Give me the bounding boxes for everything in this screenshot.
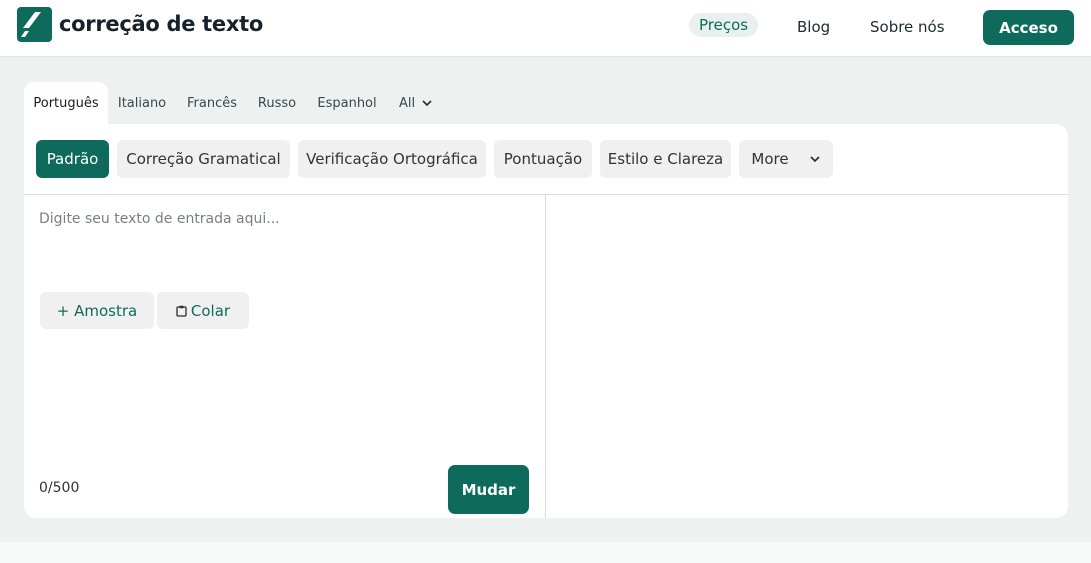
editor-card: Padrão Correção Gramatical Verificação O… xyxy=(24,124,1068,518)
clipboard-icon xyxy=(176,305,187,317)
tab-portuguese[interactable]: Português xyxy=(24,82,108,124)
input-textarea[interactable] xyxy=(24,195,545,275)
char-count: 0/500 xyxy=(39,480,80,496)
mode-more-label: More xyxy=(751,150,789,168)
login-button[interactable]: Acceso xyxy=(983,10,1074,45)
tab-french[interactable]: Francês xyxy=(184,82,240,124)
tab-spanish[interactable]: Espanhol xyxy=(316,82,378,124)
nav-link-about[interactable]: Sobre nós xyxy=(870,18,945,36)
tab-italian[interactable]: Italiano xyxy=(114,82,170,124)
top-header: correção de texto Preços Blog Sobre nós … xyxy=(0,0,1091,57)
logo-icon xyxy=(17,7,52,42)
nav-about[interactable]: Sobre nós xyxy=(870,18,945,36)
logo-text: correção de texto xyxy=(59,12,263,36)
nav-blog[interactable]: Blog xyxy=(797,18,830,36)
tab-all-label: All xyxy=(398,95,416,111)
mode-standard[interactable]: Padrão xyxy=(36,140,109,178)
mode-spelling[interactable]: Verificação Ortográfica xyxy=(298,140,486,178)
paste-label: Colar xyxy=(190,301,231,320)
nav-link-pricing[interactable]: Preços xyxy=(689,13,759,37)
tab-russian[interactable]: Russo xyxy=(256,82,298,124)
chevron-down-icon xyxy=(810,156,820,163)
sample-button[interactable]: + Amostra xyxy=(40,292,154,329)
submit-button[interactable]: Mudar xyxy=(448,465,529,514)
mode-grammar[interactable]: Correção Gramatical xyxy=(117,140,290,178)
tab-all-dropdown[interactable]: All xyxy=(396,82,436,124)
nav-link-blog[interactable]: Blog xyxy=(797,18,830,36)
page-footer-strip xyxy=(0,542,1091,563)
output-pane xyxy=(546,195,1068,518)
nav-pricing[interactable]: Preços xyxy=(689,13,759,37)
paste-button[interactable]: Colar xyxy=(157,292,249,329)
mode-punctuation[interactable]: Pontuação xyxy=(494,140,592,178)
mode-style-clarity[interactable]: Estilo e Clareza xyxy=(600,140,731,178)
chevron-down-icon xyxy=(422,100,432,107)
mode-more-dropdown[interactable]: More xyxy=(739,140,833,178)
logo[interactable]: correção de texto xyxy=(17,7,263,42)
